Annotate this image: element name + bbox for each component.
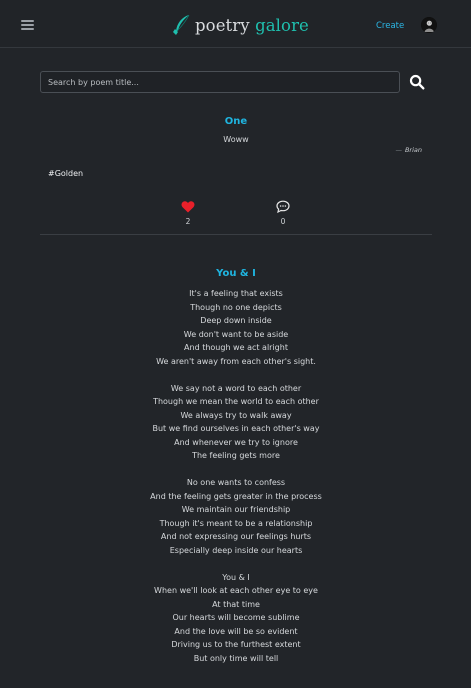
poem-line: And the feeling gets greater in the proc… (150, 491, 322, 501)
brand-name-part1: poetry (195, 15, 250, 35)
hamburger-menu-icon[interactable] (21, 20, 34, 30)
poem-author: — Brian (395, 146, 422, 154)
heart-icon (181, 201, 195, 213)
poem-text: It's a feeling that exists Though no one… (40, 287, 432, 679)
author-dash: — (395, 146, 402, 154)
poem-line: But only time will tell (193, 653, 279, 663)
search-button[interactable] (409, 74, 425, 90)
poem-line: When we'll look at each other eye to eye (154, 586, 318, 595)
poem-line: And the love will be so evident (174, 626, 298, 636)
poem-line: It's a feeling that exists (189, 289, 283, 298)
stanza: It's a feeling that exists Though no one… (40, 287, 432, 368)
stanza: We say not a word to each other Though w… (40, 382, 432, 463)
user-avatar[interactable] (421, 17, 437, 33)
like-count: 2 (185, 217, 191, 226)
poem-line: We always try to walk away (180, 410, 292, 420)
poem-line: We don't want to be aside (183, 329, 289, 339)
brand-logo[interactable]: poetry galore (172, 12, 309, 38)
poem-line: No one wants to confess (186, 478, 286, 487)
poem-line: And not expressing our feelings hurts (160, 532, 312, 541)
avatar-image (421, 17, 437, 33)
quill-icon (173, 14, 190, 35)
poem-line: But we find ourselves in each other's wa… (152, 424, 320, 433)
poem-line: We say not a word to each other (170, 383, 302, 393)
poem-line: We maintain our friendship (181, 505, 291, 514)
poem-line: And whenever we try to ignore (174, 437, 298, 447)
stanza: You & I When we'll look at each other ey… (40, 571, 432, 666)
comment-button[interactable] (276, 198, 290, 214)
poem-card: One Woww — Brian #Golden 2 0 (40, 112, 432, 235)
search-icon (409, 74, 425, 90)
author-name[interactable]: Brian (405, 146, 422, 154)
poem-body: Woww (223, 135, 249, 144)
poem-line: The feeling gets more (192, 451, 280, 460)
poem-line: Especially deep inside our hearts (169, 545, 303, 555)
poem-tag[interactable]: #Golden (48, 169, 83, 178)
poem-line: And though we act alright (184, 343, 288, 352)
search-input[interactable] (40, 71, 400, 93)
poem-title[interactable]: One (40, 116, 432, 127)
poem-card: You & I It's a feeling that exists Thoug… (40, 268, 432, 688)
stanza: No one wants to confess And the feeling … (40, 476, 432, 557)
poem-line: Though we mean the world to each other (153, 397, 319, 406)
poem-line: Driving us to the furthest extent (171, 640, 301, 649)
create-link[interactable]: Create (376, 21, 404, 31)
poem-line: Our hearts will become sublime (172, 613, 300, 622)
poem-title[interactable]: You & I (40, 268, 432, 279)
poem-line: Deep down inside (200, 316, 272, 325)
poem-line: Though it's meant to be a relationship (159, 518, 313, 528)
like-button[interactable] (181, 198, 195, 213)
poem-line: We aren't away from each other's sight. (156, 356, 316, 366)
poem-line: You & I (222, 572, 250, 582)
poem-line: Though no one depicts (190, 302, 282, 312)
comment-icon (276, 200, 290, 214)
poem-line: At that time (212, 599, 260, 609)
brand-name-part2: galore (255, 15, 309, 35)
comment-count: 0 (280, 217, 286, 226)
navbar: poetry galore Create (0, 0, 471, 48)
